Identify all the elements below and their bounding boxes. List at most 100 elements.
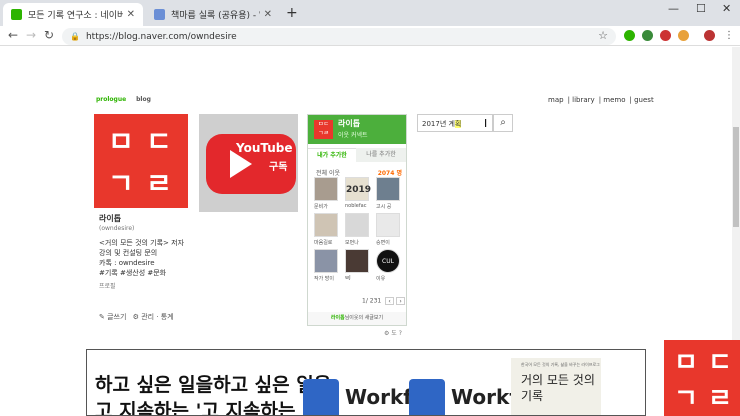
pager-prev-button[interactable]: ‹ — [385, 297, 395, 305]
neighbor-name[interactable]: 승면이 — [376, 239, 404, 246]
youtube-label: YouTube — [236, 141, 293, 155]
tab-workflowy[interactable]: 책마름 실록 (공유용) - WorkFlo ✕ — [146, 3, 280, 26]
footer-blog-name: 라이톱 — [330, 315, 345, 321]
tab-my-neighbors[interactable]: 내가 추가한 — [308, 148, 356, 162]
close-tab-icon[interactable]: ✕ — [127, 9, 135, 20]
bookmark-star-icon[interactable]: ☆ — [598, 29, 608, 42]
youtube-banner[interactable]: YouTube 구독 — [199, 114, 298, 212]
neighbor-thumb[interactable] — [314, 213, 338, 237]
widget-settings[interactable]: ⚙ 도 ? — [384, 328, 402, 337]
neighbor-thumb[interactable] — [376, 177, 400, 201]
neighbor-name[interactable]: 모먼나 — [345, 239, 373, 246]
blog-link[interactable]: blog — [136, 96, 151, 103]
profile-line: 카톡 : owndesire — [99, 259, 155, 267]
menu-library[interactable]: library — [572, 96, 595, 104]
post-preview[interactable]: 하고 싶은 일을하고 싶은 일을 고 지속하는 '고 지속하는 ' Workfl… — [86, 349, 646, 416]
search-value-composing: 획 — [454, 120, 462, 128]
new-tab-button[interactable]: + — [286, 5, 298, 21]
widget-logo: ㅁㄷ ㄱㄹ — [314, 120, 333, 139]
widget-header[interactable]: ㅁㄷ ㄱㄹ 라이톱 이웃 커넥트 — [308, 115, 406, 144]
workflowy-label: Workfl — [345, 385, 419, 409]
profile-name: 라이톱 — [99, 214, 122, 223]
close-tab-icon[interactable]: ✕ — [264, 9, 272, 20]
prologue-link[interactable]: prologue — [96, 96, 126, 103]
workflowy-icon — [409, 379, 445, 415]
minimize-button[interactable]: — — [668, 2, 679, 15]
footer-text: 님이웃의 새글보기 — [344, 315, 384, 321]
extension-icon[interactable] — [678, 30, 689, 41]
neighbor-name[interactable]: 이유 — [376, 275, 404, 282]
back-icon[interactable]: ← — [8, 28, 18, 42]
neighbor-name[interactable]: 문비가 — [314, 203, 342, 210]
blog-search-input[interactable]: 2017년 계획 — [417, 114, 493, 132]
extension-icon[interactable] — [642, 30, 653, 41]
workflowy-icon — [154, 9, 165, 20]
scrollbar-thumb[interactable] — [733, 127, 739, 227]
logo-glyph: ㄹ — [708, 384, 732, 414]
adblock-extension-icon[interactable] — [660, 30, 671, 41]
widget-subtitle: 이웃 커넥트 — [338, 132, 368, 139]
neighbor-name[interactable]: 작가 방이 — [314, 275, 342, 282]
profile-line: #기록 #생산성 #문화 — [99, 269, 167, 277]
neighbor-thumb[interactable]: CUL — [376, 249, 400, 273]
menu-map[interactable]: map — [548, 96, 564, 104]
tab-followers[interactable]: 나를 추가한 — [356, 148, 406, 162]
all-neighbors-label[interactable]: 전체 이웃 — [316, 170, 340, 177]
profile-section: 라이톱 (owndesire) <거의 모든 것의 기록> 저자 강의 및 컨설… — [99, 214, 189, 292]
profile-line: <거의 모든 것의 기록> 저자 — [99, 239, 185, 247]
logo-glyph: ㄱ — [108, 167, 134, 200]
neighbor-thumb[interactable] — [376, 213, 400, 237]
widget-pager: 1/ 231 ‹ › — [362, 297, 406, 305]
post-headline: 하고 싶은 일을하고 싶은 일을 — [95, 374, 332, 396]
logo-glyph: ㅁ — [674, 348, 698, 378]
menu-kebab-icon[interactable]: ⋮ — [724, 30, 735, 41]
profile-id: (owndesire) — [99, 225, 135, 232]
widget-tabs: 내가 추가한 나를 추가한 — [308, 148, 406, 162]
profile-avatar-icon[interactable] — [704, 30, 715, 41]
lock-icon: 🔒 — [70, 32, 80, 41]
text-cursor-icon: I — [484, 117, 488, 130]
close-window-button[interactable]: ✕ — [722, 2, 731, 15]
browser-tabstrip: 모든 기록 연구소 : 네이버 블로 ✕ 책마름 실록 (공유용) - Work… — [0, 0, 740, 26]
neighbor-name[interactable]: 마음길로 — [314, 239, 342, 246]
blog-logo[interactable]: ㅁ ㄷ ㄱ ㄹ — [94, 114, 188, 208]
forward-icon[interactable]: → — [26, 28, 36, 42]
pencil-icon: ✎ — [99, 313, 105, 321]
reload-icon[interactable]: ↻ — [44, 28, 54, 42]
widget-footer[interactable]: 라이톱님이웃의 새글보기 — [308, 312, 406, 325]
neighbor-thumb[interactable] — [345, 249, 369, 273]
logo-glyph: ㄹ — [146, 167, 172, 200]
manage-stats-link[interactable]: 관리 · 통계 — [141, 313, 173, 321]
book-cover: 한국어 모든 것의 기록, 삶을 바꾸는 라이프로그 거의 모든 것의 기록 — [511, 358, 601, 415]
neighbor-name[interactable]: wJ — [345, 275, 373, 281]
maximize-button[interactable]: ☐ — [696, 2, 706, 15]
pager-next-button[interactable]: › — [396, 297, 406, 305]
neighbor-thumb[interactable] — [314, 249, 338, 273]
settings-icon: ⚙ — [132, 313, 139, 321]
tab-title: 책마름 실록 (공유용) - WorkFlo — [171, 11, 260, 21]
tab-blog[interactable]: 모든 기록 연구소 : 네이버 블로 ✕ — [3, 3, 143, 26]
write-post-link[interactable]: 글쓰기 — [107, 313, 126, 321]
book-kicker: 한국어 모든 것의 기록, 삶을 바꾸는 라이프로그 — [521, 362, 600, 367]
neighbor-widget: ㅁㄷ ㄱㄹ 라이톱 이웃 커넥트 내가 추가한 나를 추가한 전체 이웃 2074… — [307, 114, 407, 326]
pager-text: 1/ 231 — [362, 297, 382, 305]
address-bar[interactable]: 🔒 https://blog.naver.com/owndesire ☆ — [62, 28, 616, 45]
logo-glyph: ㄷ — [708, 348, 732, 378]
naver-blog-icon — [11, 9, 22, 20]
logo-glyph: ㄷ — [146, 125, 172, 158]
menu-memo[interactable]: memo — [603, 96, 625, 104]
blog-top-links: prologue blog — [96, 96, 151, 103]
blog-menu: map | library | memo | guest — [548, 96, 654, 104]
profile-link[interactable]: 프로필 — [99, 282, 189, 292]
neighbor-thumb[interactable]: 2019 — [345, 177, 371, 201]
neighbor-name[interactable]: 고시 공 — [376, 203, 404, 210]
neighbor-thumb[interactable] — [314, 177, 338, 201]
menu-guest[interactable]: guest — [634, 96, 654, 104]
search-value: 2017년 계 — [422, 120, 455, 128]
url-text: https://blog.naver.com/owndesire — [85, 31, 237, 42]
search-button[interactable]: ⌕ — [493, 114, 513, 132]
neighbor-count: 2074 명 — [377, 170, 402, 177]
evernote-extension-icon[interactable] — [624, 30, 635, 41]
neighbor-name[interactable]: noblefac — [345, 203, 373, 209]
neighbor-thumb[interactable] — [345, 213, 369, 237]
